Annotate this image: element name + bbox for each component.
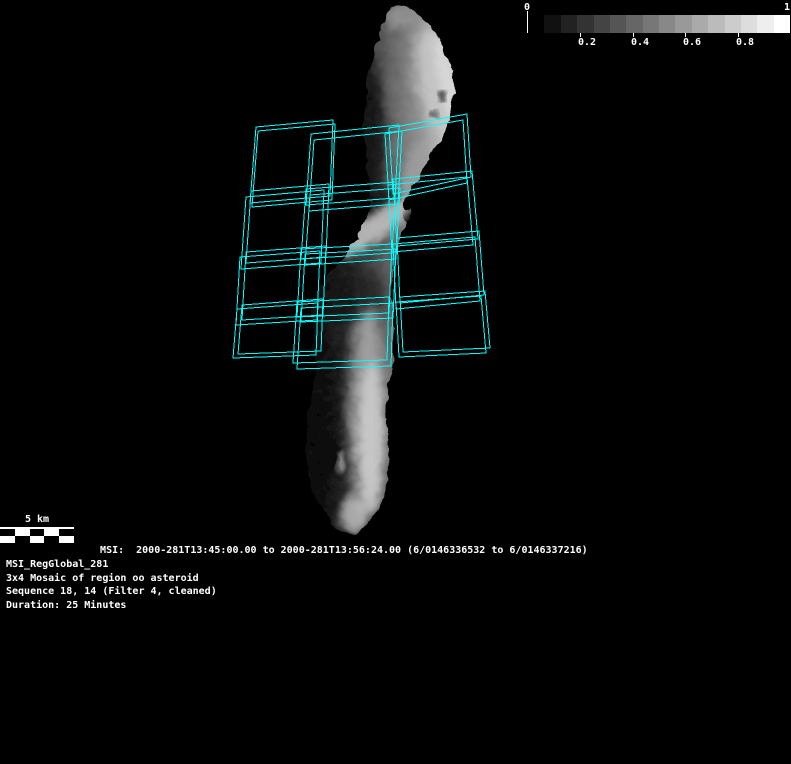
scalebar-label: 5 km — [24, 514, 50, 525]
colorbar-step — [593, 15, 610, 33]
colorbar-gradient — [528, 15, 790, 33]
colorbar-step — [708, 15, 725, 33]
colorbar: 0 1 0.2 0.4 0.6 0.8 — [0, 0, 791, 55]
asteroid-image — [303, 4, 453, 534]
colorbar-step — [544, 15, 561, 33]
colorbar-step — [528, 15, 545, 33]
scalebar-checker — [0, 527, 74, 543]
msi-mosaic-display: { "app": { "background": "#000000", "tex… — [0, 0, 791, 764]
colorbar-tick-label: 0.8 — [736, 37, 755, 48]
scalebar-cell — [14, 536, 30, 543]
colorbar-step — [626, 15, 643, 33]
colorbar-step — [609, 15, 627, 33]
info-line: Duration: 25 Minutes — [6, 599, 127, 611]
colorbar-step — [642, 15, 659, 33]
scalebar-cell — [29, 536, 45, 543]
colorbar-step — [675, 15, 692, 33]
colorbar-tick-label: 0.2 — [578, 37, 597, 48]
scalebar-cell — [0, 529, 15, 536]
colorbar-step — [773, 15, 790, 33]
scalebar-cell — [44, 536, 60, 543]
mosaic-footprint-echo-row4-col1 — [232, 302, 319, 359]
info-line: 3x4 Mosaic of region oo asteroid — [6, 572, 199, 584]
colorbar-tick-label: 0.4 — [631, 37, 650, 48]
status-instrument-label: MSI: — [100, 545, 125, 556]
colorbar-max-label: 1 — [784, 2, 791, 13]
observation-info-block: MSI_RegGlobal_281 3x4 Mosaic of region oo… — [6, 558, 217, 612]
colorbar-step — [560, 15, 578, 33]
scalebar-cell — [0, 536, 15, 543]
scalebar-cell — [59, 529, 74, 536]
scalebar-cell — [14, 529, 30, 536]
colorbar-ticks: 0.2 0.4 0.6 0.8 — [528, 33, 790, 53]
status-time-range: 2000-281T13:45:00.00 to 2000-281T13:56:2… — [136, 545, 588, 556]
colorbar-step — [724, 15, 741, 33]
mosaic-footprint-echo-row3-col1 — [235, 250, 321, 326]
colorbar-step — [691, 15, 709, 33]
mosaic-footprint-row4-col3 — [399, 290, 491, 353]
scalebar-cell — [29, 529, 45, 536]
colorbar-step — [757, 15, 774, 33]
main-canvas[interactable] — [0, 0, 791, 764]
scalebar-cell — [44, 529, 60, 536]
colorbar-step — [659, 15, 676, 33]
info-line: Sequence 18, 14 (Filter 4, cleaned) — [6, 586, 217, 597]
scalebar-cell — [59, 536, 74, 543]
info-line: MSI_RegGlobal_281 — [6, 559, 109, 570]
status-line: MSI: 2000-281T13:45:00.00 to 2000-281T13:… — [88, 531, 588, 557]
colorbar-step — [577, 15, 594, 33]
colorbar-tick-label: 0.6 — [683, 37, 702, 48]
mosaic-footprint-echo-row1-col1 — [251, 123, 336, 208]
colorbar-step — [740, 15, 758, 33]
scalebar: 5 km — [0, 513, 74, 543]
